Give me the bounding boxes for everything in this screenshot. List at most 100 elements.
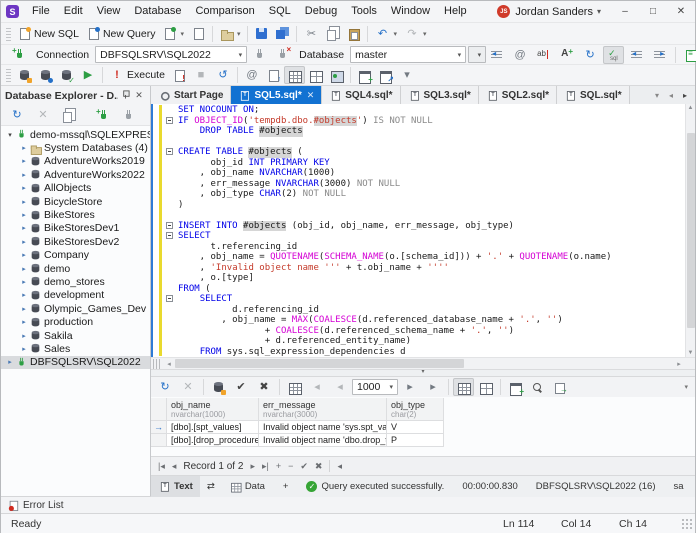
- snippets-button[interactable]: [509, 46, 531, 64]
- navigator-scroll-left-icon[interactable]: ◂: [337, 461, 342, 472]
- toolbar-grip[interactable]: [6, 68, 11, 82]
- transpose-button[interactable]: [284, 378, 305, 396]
- page-size-select[interactable]: 1000 ▾: [352, 379, 398, 395]
- first-record-icon[interactable]: |◂: [158, 461, 165, 472]
- refresh-explorer-button[interactable]: [6, 106, 28, 124]
- tab-sql5-sql-[interactable]: SQL5.sql* ✕: [231, 86, 323, 104]
- rename-button[interactable]: [533, 46, 554, 64]
- decrease-indent-button[interactable]: [626, 46, 647, 64]
- pin-icon[interactable]: [118, 88, 132, 103]
- grid-data-row[interactable]: [dbo].[drop_procedure] Invalid object nam…: [151, 434, 444, 447]
- fold-collapse-icon[interactable]: [166, 148, 173, 155]
- schema-select[interactable]: ▾: [468, 46, 487, 63]
- toolbar-grip[interactable]: [6, 26, 11, 41]
- tree-item-adventureworks2019[interactable]: ▸ AdventureWorks2019: [1, 155, 150, 168]
- new-window-button[interactable]: [354, 66, 375, 84]
- login-name[interactable]: sa: [666, 481, 690, 492]
- tree-expander-icon[interactable]: ▸: [19, 224, 29, 232]
- tree-item-company[interactable]: ▸ Company: [1, 249, 150, 262]
- tree-expander-icon[interactable]: ▸: [19, 157, 29, 165]
- query-history-button[interactable]: [212, 66, 234, 84]
- column-header-err_message[interactable]: err_message nvarchar(3000): [259, 398, 387, 421]
- tab-sql-sql-[interactable]: SQL.sql*: [557, 86, 630, 104]
- tree-expander-icon[interactable]: ▸: [5, 358, 15, 366]
- menu-item-window[interactable]: Window: [384, 1, 437, 22]
- validate-sql-button[interactable]: [603, 45, 625, 64]
- stop-button[interactable]: [190, 66, 212, 84]
- grid-cell[interactable]: P: [387, 434, 444, 447]
- export-document-button[interactable]: [263, 66, 284, 84]
- scroll-up-icon[interactable]: ▲: [688, 105, 694, 111]
- user-menu-caret-icon[interactable]: ▾: [597, 7, 601, 16]
- sql-editor[interactable]: SET NOCOUNT ON; IF OBJECT_ID('tempdb.dbo.…: [151, 104, 695, 357]
- results-grid-button[interactable]: [283, 66, 305, 84]
- tree-item-system-databases-4-[interactable]: ▸ System Databases (4): [1, 141, 150, 155]
- tree-expander-icon[interactable]: ▸: [19, 305, 29, 313]
- menu-item-database[interactable]: Database: [127, 1, 188, 22]
- menu-item-sql[interactable]: SQL: [262, 1, 298, 22]
- grid-cell[interactable]: [dbo].[drop_procedure]: [167, 434, 259, 447]
- connection-select[interactable]: DBFSQLSRV\SQL2022 ▾: [95, 46, 248, 63]
- scroll-right-icon[interactable]: ▸: [673, 360, 685, 368]
- cancel-changes-button[interactable]: [253, 378, 275, 396]
- post-edit-icon[interactable]: ✔: [300, 461, 308, 472]
- close-tab-icon[interactable]: ✕: [307, 90, 315, 101]
- results-collapse-handle[interactable]: ▾: [151, 369, 695, 376]
- tree-expander-icon[interactable]: ▸: [19, 265, 29, 273]
- menu-item-file[interactable]: File: [25, 1, 57, 22]
- tree-expander-icon[interactable]: ▸: [19, 332, 29, 340]
- first-page-button[interactable]: [306, 378, 328, 396]
- export-data-button[interactable]: [549, 378, 570, 396]
- user-avatar[interactable]: JS: [497, 5, 511, 18]
- next-record-icon[interactable]: ▸: [250, 461, 255, 472]
- results-layout-button[interactable]: [305, 66, 326, 84]
- tree-item-adventureworks2022[interactable]: ▸ AdventureWorks2022: [1, 168, 150, 181]
- execute-button[interactable]: Execute: [106, 66, 169, 84]
- fold-collapse-icon[interactable]: [166, 221, 173, 229]
- minimize-button[interactable]: –: [611, 1, 639, 22]
- grid-view-button[interactable]: [453, 378, 474, 396]
- refresh-results-button[interactable]: [154, 378, 176, 396]
- redo-button[interactable]: ▾: [401, 25, 431, 43]
- results-image-button[interactable]: [326, 66, 347, 84]
- column-header-obj_name[interactable]: obj_name nvarchar(1000): [167, 398, 259, 421]
- fold-collapse-icon[interactable]: [166, 116, 173, 124]
- check-database-button[interactable]: ✓: [56, 66, 77, 84]
- new-document-button[interactable]: ▾: [159, 25, 188, 43]
- paste-button[interactable]: [343, 25, 364, 43]
- close-button[interactable]: ✕: [667, 1, 695, 22]
- resize-grip[interactable]: [681, 518, 693, 530]
- find-in-results-button[interactable]: [527, 378, 548, 396]
- font-increase-button[interactable]: [556, 46, 577, 64]
- fold-collapse-icon[interactable]: [166, 295, 173, 302]
- tree-item-bikestoresdev2[interactable]: ▸ BikeStoresDev2: [1, 235, 150, 248]
- new-connection-button[interactable]: +: [9, 46, 30, 64]
- tree-expander-icon[interactable]: ▸: [19, 211, 29, 219]
- grid-cell[interactable]: V: [387, 421, 444, 434]
- editor-horizontal-scrollbar[interactable]: ◂ ▸: [151, 357, 695, 369]
- grid-data-row[interactable]: → [dbo].[spt_values] Invalid object name '…: [151, 421, 444, 434]
- scroll-left-icon[interactable]: ◂: [163, 360, 175, 368]
- tree-expander-icon[interactable]: ▸: [19, 144, 29, 152]
- query-plan-button[interactable]: [681, 46, 696, 64]
- tree-expander-icon[interactable]: ▸: [19, 278, 29, 286]
- save-all-button[interactable]: [272, 25, 293, 43]
- split-window-button[interactable]: [375, 66, 396, 84]
- user-name[interactable]: Jordan Sanders: [515, 6, 593, 18]
- next-page-button[interactable]: [399, 378, 421, 396]
- scroll-tabs-left-icon[interactable]: ◂: [669, 91, 673, 100]
- post-changes-button[interactable]: [230, 378, 252, 396]
- tab-start-page[interactable]: Start Page: [151, 86, 232, 104]
- tree-expander-icon[interactable]: ▸: [19, 291, 29, 299]
- error-list-bar[interactable]: Error List: [1, 496, 695, 513]
- append-record-icon[interactable]: +: [276, 461, 281, 471]
- pivot-view-button[interactable]: [505, 378, 526, 396]
- tree-expander-icon[interactable]: ▸: [19, 345, 29, 353]
- database-select[interactable]: master ▾: [350, 46, 467, 63]
- menu-item-comparison[interactable]: Comparison: [188, 1, 261, 22]
- tree-item-demo-mssql-sqlexpress[interactable]: ▾ demo-mssql\SQLEXPRESS: [1, 128, 150, 141]
- refresh-button[interactable]: [579, 46, 601, 64]
- new-query-button[interactable]: New Query: [83, 25, 160, 43]
- data-view-tab[interactable]: Data: [222, 476, 272, 497]
- tree-expander-icon[interactable]: ▸: [19, 238, 29, 246]
